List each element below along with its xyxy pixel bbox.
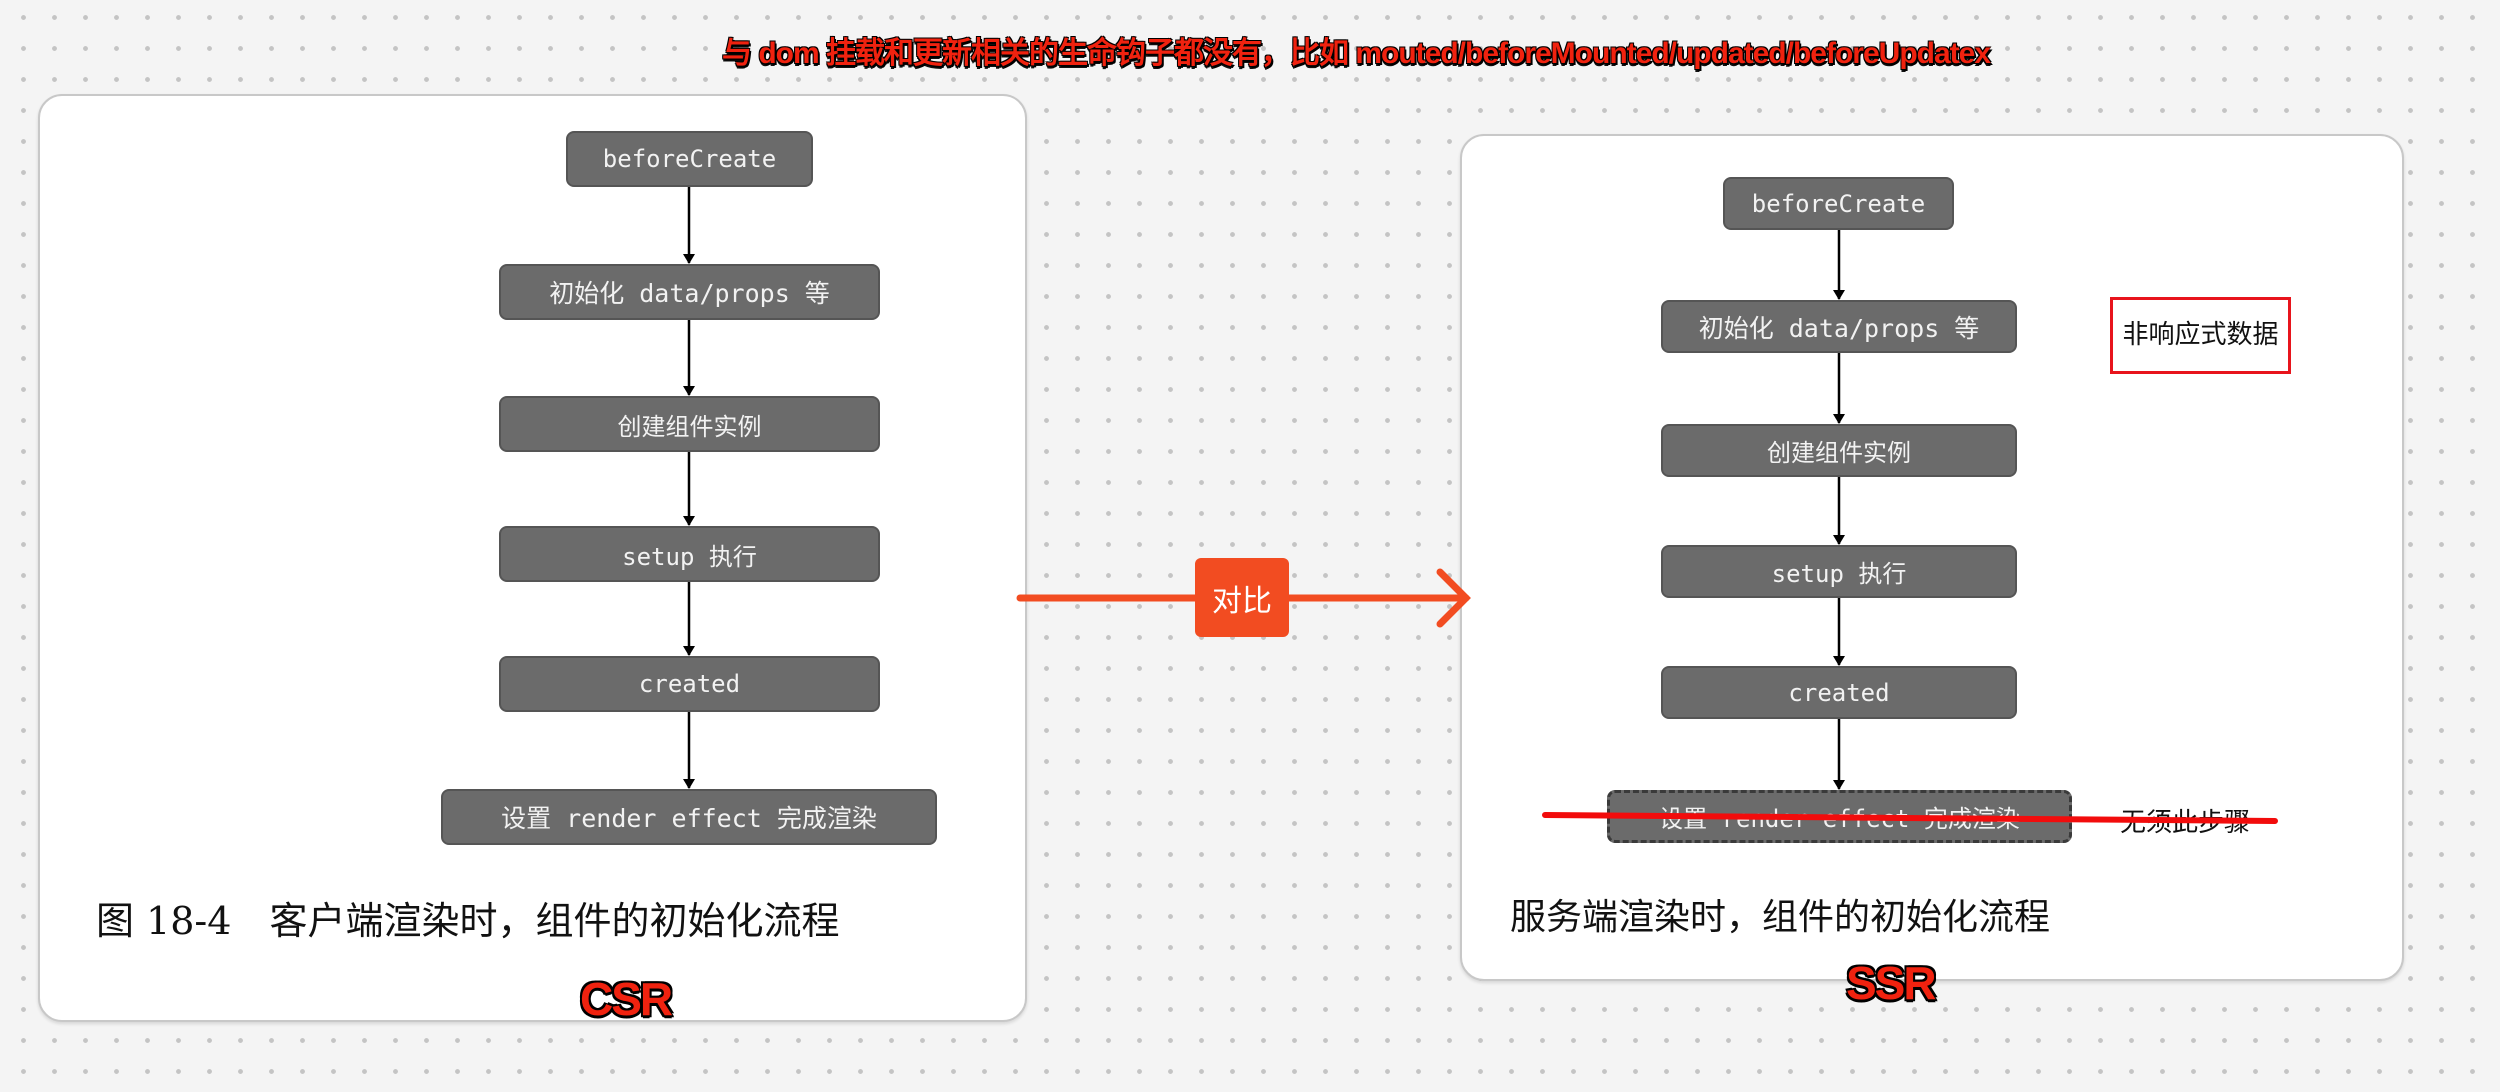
ssr-step-before-create[interactable]: beforeCreate bbox=[1723, 177, 1954, 230]
csr-label: CSR bbox=[579, 972, 674, 1026]
ssr-caption: 服务端渲染时，组件的初始化流程 bbox=[1510, 897, 2051, 938]
compare-label: 对比 bbox=[1195, 558, 1289, 637]
csr-step-init-data-props[interactable]: 初始化 data/props 等 bbox=[499, 264, 880, 320]
non-reactive-data-note: 非响应式数据 bbox=[2110, 297, 2291, 374]
csr-step-created[interactable]: created bbox=[499, 656, 880, 712]
no-step-needed-note: 无须此步骤 bbox=[2120, 808, 2251, 838]
csr-step-render-effect[interactable]: 设置 render effect 完成渲染 bbox=[441, 789, 937, 845]
csr-caption: 图 18-4 客户端渲染时，组件的初始化流程 bbox=[96, 899, 840, 943]
csr-step-before-create[interactable]: beforeCreate bbox=[566, 131, 813, 187]
ssr-step-init-data-props[interactable]: 初始化 data/props 等 bbox=[1661, 300, 2017, 353]
ssr-label: SSR bbox=[1845, 956, 1938, 1010]
csr-step-create-instance[interactable]: 创建组件实例 bbox=[499, 396, 880, 452]
headline-annotation: 与 dom 挂载和更新相关的生命钩子都没有，比如 mouted/beforeMo… bbox=[722, 37, 1991, 70]
ssr-step-create-instance[interactable]: 创建组件实例 bbox=[1661, 424, 2017, 477]
ssr-step-created[interactable]: created bbox=[1661, 666, 2017, 719]
csr-step-setup[interactable]: setup 执行 bbox=[499, 526, 880, 582]
ssr-step-setup[interactable]: setup 执行 bbox=[1661, 545, 2017, 598]
ssr-step-render-effect-skipped[interactable]: 设置 render effect 完成渲染 bbox=[1607, 790, 2072, 843]
